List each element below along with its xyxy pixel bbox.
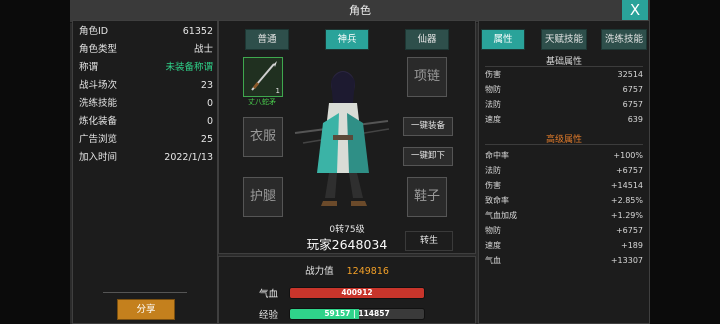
- profile-panel: 角色ID 61352 角色类型 战士 称谓 未装备称谓 战斗场次 23 洗练技能 0 炼化…: [72, 20, 218, 324]
- equipment-panel: 普通 神兵 仙器 1 丈八蛇矛 衣服 护腿 项链 鞋子 一键装备 一键卸下 0转…: [218, 20, 476, 254]
- base-attribute-value: 639: [627, 115, 643, 124]
- advanced-attribute-value: +13307: [610, 256, 643, 265]
- character-window: 角色 X 角色ID 61352 角色类型 战士 称谓 未装备称谓 战斗场次 23 洗练技…: [70, 0, 650, 324]
- base-attribute-row: 伤害 32514: [485, 68, 643, 82]
- advanced-attribute-key: 伤害: [485, 181, 501, 190]
- weapon-slot[interactable]: 1: [243, 57, 283, 97]
- equip-all-button[interactable]: 一键装备: [403, 117, 453, 136]
- unequip-all-button[interactable]: 一键卸下: [403, 147, 453, 166]
- tab-divine-weapon[interactable]: 神兵: [325, 29, 369, 50]
- advanced-attribute-row: 气血加成 +1.29%: [485, 209, 643, 223]
- info-row-ads: 广告浏览 25: [79, 134, 213, 145]
- advanced-attribute-key: 速度: [485, 241, 501, 250]
- stats-bar-panel: 战力值 1249816 气血 400912 经验 59157 | 114857: [218, 256, 476, 324]
- base-attribute-value: 6757: [622, 85, 643, 94]
- share-button[interactable]: 分享: [117, 299, 175, 320]
- tab-immortal-artifact[interactable]: 仙器: [405, 29, 449, 50]
- info-row-join-date: 加入时间 2022/1/13: [79, 152, 213, 163]
- info-row-battles: 战斗场次 23: [79, 80, 213, 91]
- advanced-attribute-key: 气血加成: [485, 211, 517, 220]
- advanced-attribute-key: 命中率: [485, 151, 509, 160]
- divider: [485, 144, 643, 145]
- advanced-attribute-row: 致命率 +2.85%: [485, 194, 643, 208]
- base-attribute-row: 物防 6757: [485, 83, 643, 97]
- base-attribute-key: 法防: [485, 100, 501, 109]
- advanced-attribute-value: +6757: [615, 166, 643, 175]
- advanced-attribute-key: 气血: [485, 256, 501, 265]
- advanced-attribute-value: +14514: [610, 181, 643, 190]
- info-row-type: 角色类型 战士: [79, 44, 213, 55]
- window-title: 角色: [349, 4, 371, 17]
- advanced-attribute-value: +189: [621, 241, 643, 250]
- rebirth-button[interactable]: 转生: [405, 231, 453, 251]
- legs-slot[interactable]: 护腿: [243, 177, 283, 217]
- hp-value: 400912: [341, 288, 373, 297]
- advanced-attribute-value: +6757: [615, 226, 643, 235]
- base-attribute-key: 伤害: [485, 70, 501, 79]
- divider: [103, 292, 187, 293]
- base-attribute-value: 6757: [622, 100, 643, 109]
- tab-normal[interactable]: 普通: [245, 29, 289, 50]
- exp-label: 经验: [259, 310, 279, 321]
- advanced-attribute-key: 法防: [485, 166, 501, 175]
- advanced-attribute-value: +100%: [613, 151, 643, 160]
- weapon-count: 1: [275, 87, 280, 95]
- info-row-title: 称谓 未装备称谓: [79, 62, 213, 73]
- power-label: 战力值: [305, 266, 334, 277]
- hp-label: 气血: [259, 289, 279, 300]
- tab-attributes[interactable]: 属性: [481, 29, 525, 50]
- advanced-attribute-value: +1.29%: [610, 211, 643, 220]
- power-row: 战力值 1249816: [219, 263, 475, 277]
- base-attribute-key: 物防: [485, 85, 501, 94]
- advanced-attribute-key: 致命率: [485, 196, 509, 205]
- divider: [485, 66, 643, 67]
- advanced-attribute-row: 物防 +6757: [485, 224, 643, 238]
- advanced-attribute-value: +2.85%: [610, 196, 643, 205]
- hp-bar: 400912: [289, 287, 425, 299]
- advanced-attribute-row: 法防 +6757: [485, 164, 643, 178]
- character-avatar: [294, 71, 390, 206]
- base-attribute-row: 法防 6757: [485, 98, 643, 112]
- info-row-forge-equip: 炼化装备 0: [79, 116, 213, 127]
- advanced-attribute-row: 伤害 +14514: [485, 179, 643, 193]
- info-row-id: 角色ID 61352: [79, 26, 213, 37]
- base-attribute-key: 速度: [485, 115, 501, 124]
- necklace-slot[interactable]: 项链: [407, 57, 447, 97]
- tab-talent-skills[interactable]: 天赋技能: [541, 29, 587, 50]
- power-value: 1249816: [346, 266, 389, 277]
- advanced-attribute-row: 速度 +189: [485, 239, 643, 253]
- info-row-refine-skill: 洗练技能 0: [79, 98, 213, 109]
- attributes-panel: 属性 天赋技能 洗练技能 基础属性 伤害 32514 物防 6757 法防 6757 速度 6…: [478, 20, 650, 324]
- tab-refine-skills[interactable]: 洗练技能: [601, 29, 647, 50]
- weapon-name: 丈八蛇矛: [248, 98, 276, 106]
- shoes-slot[interactable]: 鞋子: [407, 177, 447, 217]
- base-attribute-value: 32514: [617, 70, 643, 79]
- advanced-attribute-row: 命中率 +100%: [485, 149, 643, 163]
- exp-bar: 59157 | 114857: [289, 308, 425, 320]
- close-button[interactable]: X: [622, 0, 648, 20]
- exp-value: 59157 | 114857: [324, 309, 390, 318]
- advanced-attribute-key: 物防: [485, 226, 501, 235]
- advanced-attribute-row: 气血 +13307: [485, 254, 643, 268]
- base-attribute-row: 速度 639: [485, 113, 643, 127]
- clothes-slot[interactable]: 衣服: [243, 117, 283, 157]
